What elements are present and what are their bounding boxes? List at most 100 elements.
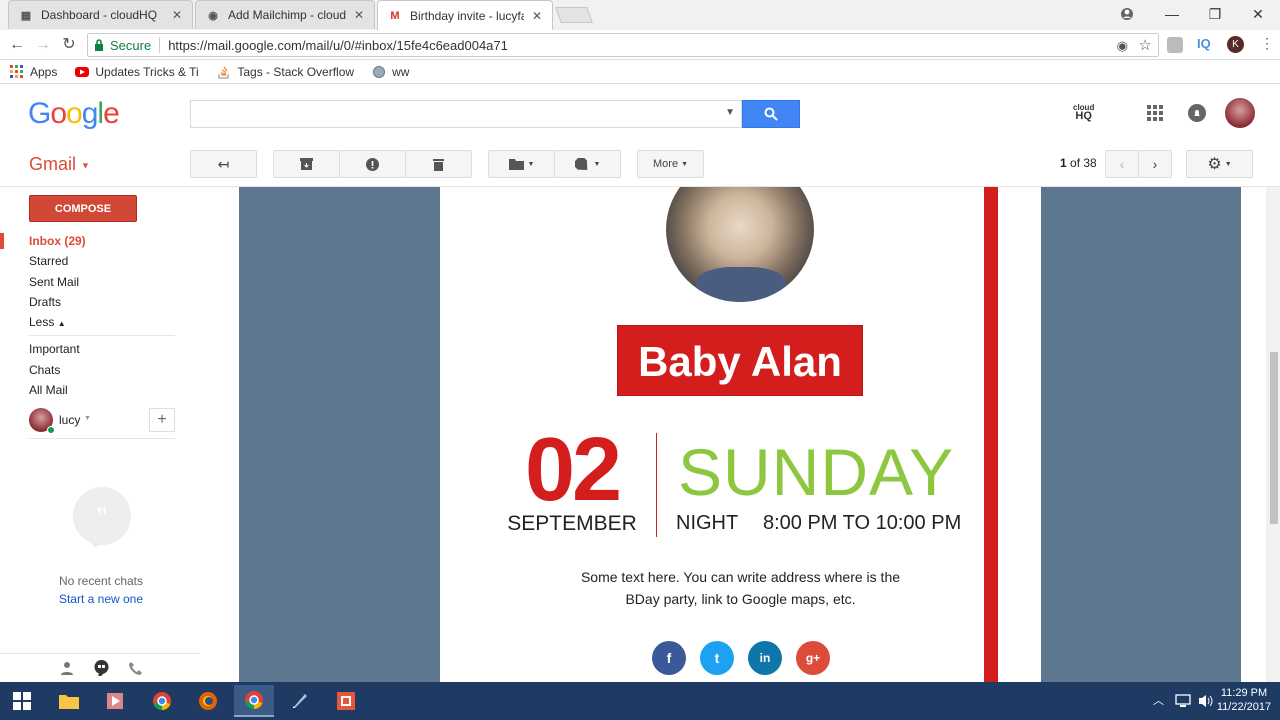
profile-icon[interactable] bbox=[1107, 0, 1147, 28]
active-indicator bbox=[0, 233, 4, 249]
hangouts-user[interactable]: lucy ▼ + bbox=[29, 408, 175, 440]
apps-grid-icon bbox=[10, 64, 23, 78]
archive-button[interactable] bbox=[273, 150, 340, 178]
archive-icon bbox=[300, 158, 313, 170]
linkedin-icon[interactable]: in bbox=[748, 641, 782, 675]
notes-app-icon[interactable] bbox=[280, 685, 320, 717]
back-to-inbox-button[interactable]: ↤ bbox=[190, 150, 257, 178]
close-tab-icon[interactable]: ✕ bbox=[354, 8, 364, 22]
bookmark-apps[interactable]: Apps bbox=[10, 64, 57, 79]
chrome-icon[interactable] bbox=[142, 685, 182, 717]
new-tab-button[interactable] bbox=[555, 7, 593, 23]
cloudhq-icon[interactable]: cloud HQ bbox=[1073, 103, 1094, 122]
user-avatar[interactable] bbox=[1225, 98, 1255, 128]
eye-icon[interactable]: ◉ bbox=[1117, 38, 1128, 54]
restore-icon[interactable]: ❐ bbox=[1195, 0, 1235, 28]
close-tab-icon[interactable]: ✕ bbox=[532, 9, 542, 23]
chevron-left-icon: ‹ bbox=[1119, 156, 1125, 172]
chevron-up-icon[interactable]: ︿ bbox=[1153, 692, 1164, 708]
sidebar-item-sent[interactable]: Sent Mail bbox=[29, 275, 79, 289]
chevron-down-icon: ▼ bbox=[84, 415, 91, 422]
network-icon[interactable] bbox=[1175, 694, 1191, 708]
google-logo[interactable]: Google bbox=[28, 97, 120, 131]
hangouts-icon[interactable] bbox=[94, 660, 109, 676]
firefox-icon[interactable] bbox=[188, 685, 228, 717]
sidebar-item-starred[interactable]: Starred bbox=[29, 254, 68, 268]
svg-text:": " bbox=[95, 502, 109, 531]
compose-button[interactable]: COMPOSE bbox=[29, 195, 137, 222]
chevron-down-icon: ▼ bbox=[681, 160, 688, 168]
star-icon[interactable]: ☆ bbox=[1139, 36, 1152, 54]
address-bar[interactable]: Secure https://mail.google.com/mail/u/0/… bbox=[87, 33, 1159, 57]
new-chat-button[interactable]: + bbox=[149, 408, 175, 432]
search-button[interactable] bbox=[742, 100, 800, 128]
hangouts-empty-icon: " bbox=[73, 487, 131, 548]
sidebar-item-chats[interactable]: Chats bbox=[29, 363, 60, 377]
forward-icon[interactable]: → bbox=[33, 36, 53, 54]
clock-time: 11:29 PM bbox=[1220, 687, 1268, 699]
windows-start-icon[interactable] bbox=[2, 685, 42, 717]
labels-button[interactable]: ▼ bbox=[554, 150, 621, 178]
account-avatar-icon[interactable]: K bbox=[1227, 36, 1244, 53]
email-backdrop-right bbox=[1041, 187, 1241, 682]
facebook-icon[interactable]: f bbox=[652, 641, 686, 675]
sidebar-item-important[interactable]: Important bbox=[29, 342, 80, 356]
time-prefix: NIGHT bbox=[676, 512, 738, 534]
chrome-active-icon[interactable] bbox=[234, 685, 274, 717]
bookmark-stack-overflow[interactable]: Tags - Stack Overflow bbox=[217, 65, 354, 79]
older-button[interactable]: › bbox=[1138, 150, 1172, 178]
settings-button[interactable]: ⚙ ▼ bbox=[1186, 150, 1253, 178]
newer-button[interactable]: ‹ bbox=[1105, 150, 1139, 178]
sidebar-item-drafts[interactable]: Drafts bbox=[29, 295, 61, 309]
sidebar-item-inbox[interactable]: Inbox (29) bbox=[29, 234, 86, 248]
minimize-icon[interactable]: — bbox=[1152, 0, 1192, 28]
baby-name-banner: Baby Alan bbox=[617, 325, 863, 396]
extension-icon[interactable] bbox=[1167, 37, 1183, 53]
secure-badge[interactable]: Secure bbox=[94, 38, 151, 53]
tab-birthday-invite[interactable]: M Birthday invite - lucyfara ✕ bbox=[377, 0, 553, 30]
apps-launcher-icon[interactable] bbox=[1147, 105, 1163, 121]
search-options-icon[interactable]: ▼ bbox=[725, 107, 735, 118]
reload-icon[interactable]: ↻ bbox=[59, 36, 79, 54]
chrome-menu-icon[interactable]: ⋮ bbox=[1260, 35, 1274, 52]
move-to-button[interactable]: ▼ bbox=[488, 150, 555, 178]
google-plus-icon[interactable]: g+ bbox=[796, 641, 830, 675]
delete-button[interactable] bbox=[405, 150, 472, 178]
media-player-icon[interactable] bbox=[95, 685, 135, 717]
volume-icon[interactable] bbox=[1198, 693, 1214, 709]
search-input[interactable]: ▼ bbox=[190, 100, 742, 128]
gmail-icon: M bbox=[390, 9, 400, 22]
notifications-icon[interactable] bbox=[1188, 104, 1206, 122]
pagination-label: 1 of 38 bbox=[1060, 156, 1097, 170]
back-icon[interactable]: ← bbox=[7, 36, 27, 54]
close-tab-icon[interactable]: ✕ bbox=[172, 8, 182, 22]
search-icon bbox=[764, 107, 778, 121]
user-name: lucy bbox=[59, 413, 81, 427]
bookmark-updates-tricks[interactable]: Updates Tricks & Tips bbox=[75, 65, 199, 79]
omnibox-divider bbox=[159, 37, 161, 53]
system-clock[interactable]: 11:29 PM 11/22/2017 bbox=[1214, 686, 1274, 714]
file-explorer-icon[interactable] bbox=[49, 685, 89, 717]
gmail-menu[interactable]: Gmail ▼ bbox=[29, 154, 90, 175]
bookmark-ww[interactable]: ww bbox=[372, 65, 409, 79]
sidebar-item-all-mail[interactable]: All Mail bbox=[29, 383, 68, 397]
tab-add-mailchimp[interactable]: ◉ Add Mailchimp - cloudH ✕ bbox=[195, 0, 375, 29]
contacts-icon[interactable] bbox=[60, 661, 74, 675]
screencast-app-icon[interactable] bbox=[326, 685, 366, 717]
chevron-down-icon: ▼ bbox=[593, 160, 601, 168]
scrollbar-thumb[interactable] bbox=[1270, 352, 1278, 524]
start-new-chat-link[interactable]: Start a new one bbox=[0, 592, 202, 606]
iq-extension-icon[interactable]: IQ bbox=[1197, 36, 1211, 51]
folder-icon bbox=[508, 159, 524, 170]
body-line: Some text here. You can write address wh… bbox=[580, 569, 901, 585]
sidebar-item-less[interactable]: Less ▲ bbox=[29, 315, 66, 329]
twitter-icon[interactable]: t bbox=[700, 641, 734, 675]
gear-icon: ⚙ bbox=[1207, 156, 1222, 173]
tag-icon bbox=[574, 157, 587, 170]
tab-dashboard-cloudhq[interactable]: ▦ Dashboard - cloudHQ ✕ bbox=[8, 0, 193, 29]
phone-icon[interactable] bbox=[128, 661, 143, 676]
more-button[interactable]: More ▼ bbox=[637, 150, 704, 178]
close-window-icon[interactable]: ✕ bbox=[1238, 0, 1278, 28]
report-spam-button[interactable] bbox=[339, 150, 406, 178]
windows-taskbar: ︿ 11:29 PM 11/22/2017 bbox=[0, 682, 1280, 720]
